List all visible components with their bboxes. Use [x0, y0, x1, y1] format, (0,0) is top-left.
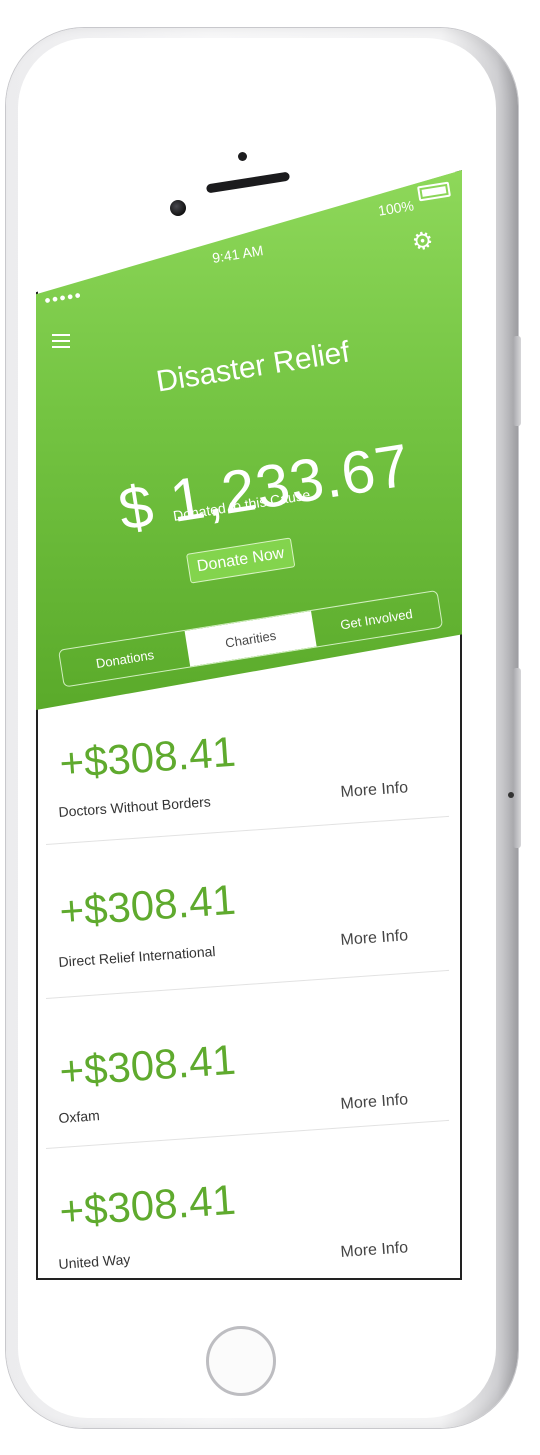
more-info-link[interactable]: More Info — [340, 1239, 409, 1262]
donation-amount: +$308.41 — [58, 875, 238, 935]
charity-name: Oxfam — [58, 1107, 101, 1126]
row-divider — [46, 969, 450, 999]
volume-up-button — [513, 336, 521, 426]
donation-amount: +$308.41 — [58, 727, 238, 787]
microphone — [508, 792, 514, 798]
proximity-sensor — [238, 152, 247, 161]
list-item[interactable]: +$308.41 Direct Relief International Mor… — [36, 870, 462, 1010]
list-item[interactable]: +$308.41 Oxfam More Info — [36, 1030, 462, 1170]
charity-name: Direct Relief International — [58, 943, 216, 970]
donation-amount: +$308.41 — [58, 1035, 238, 1095]
app-screen: 100% 9:41 AM ⚙ ●●●●● Disaster Relief $ 1… — [36, 170, 462, 1280]
side-button — [513, 668, 521, 848]
more-info-link[interactable]: More Info — [340, 927, 409, 950]
more-info-link[interactable]: More Info — [340, 1091, 409, 1114]
row-divider — [46, 815, 450, 845]
menu-icon[interactable] — [52, 334, 70, 352]
charity-name: United Way — [58, 1250, 131, 1272]
more-info-link[interactable]: More Info — [340, 779, 409, 802]
list-item[interactable]: +$308.41 Doctors Without Borders More In… — [36, 718, 462, 858]
home-button[interactable] — [206, 1326, 276, 1396]
gear-icon[interactable]: ⚙ — [410, 227, 437, 257]
charity-name: Doctors Without Borders — [58, 793, 212, 820]
row-divider — [46, 1119, 450, 1149]
list-item[interactable]: +$308.41 United Way More Info — [36, 1176, 462, 1280]
donation-amount: +$308.41 — [58, 1175, 238, 1235]
front-camera — [170, 200, 186, 216]
